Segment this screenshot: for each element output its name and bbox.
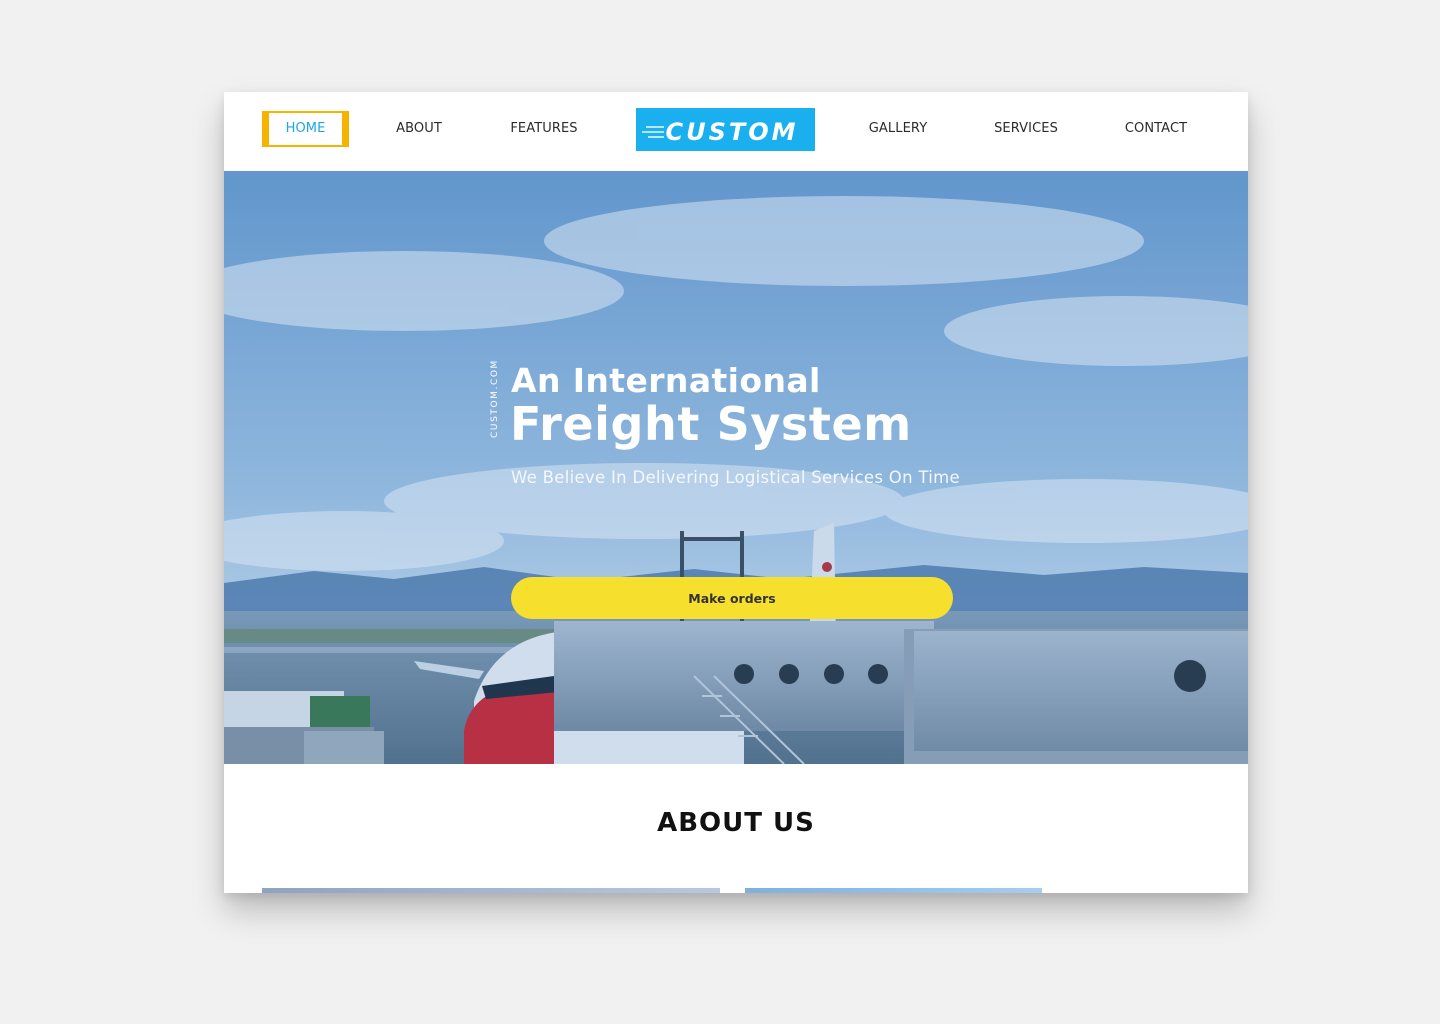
hero-heading-line1: An International xyxy=(511,361,821,400)
about-section-title: ABOUT US xyxy=(657,808,815,838)
nav-home[interactable]: HOME xyxy=(262,111,349,147)
vertical-site-tag: CUSTOM.COM xyxy=(490,359,500,438)
logo-mark: CUSTOM xyxy=(642,118,798,146)
page-frame: HOME ABOUT FEATURES CUSTOM GALLERY SERVI… xyxy=(224,92,1248,893)
top-navigation: HOME ABOUT FEATURES CUSTOM GALLERY SERVI… xyxy=(224,92,1248,171)
nav-contact[interactable]: CONTACT xyxy=(1116,111,1196,147)
brand-logo[interactable]: CUSTOM xyxy=(636,108,815,151)
hero-banner: CUSTOM.COM An International Freight Syst… xyxy=(224,171,1248,764)
logo-text: CUSTOM xyxy=(665,118,798,146)
about-image-left xyxy=(262,888,720,893)
nav-about[interactable]: ABOUT xyxy=(382,111,456,147)
nav-gallery[interactable]: GALLERY xyxy=(858,111,938,147)
nav-services[interactable]: SERVICES xyxy=(986,111,1066,147)
make-orders-button[interactable]: Make orders xyxy=(511,577,953,619)
hero-heading-line2: Freight System xyxy=(510,397,912,451)
nav-features[interactable]: FEATURES xyxy=(500,111,588,147)
hero-subtitle: We Believe In Delivering Logistical Serv… xyxy=(511,468,960,487)
about-image-right xyxy=(745,888,1042,893)
